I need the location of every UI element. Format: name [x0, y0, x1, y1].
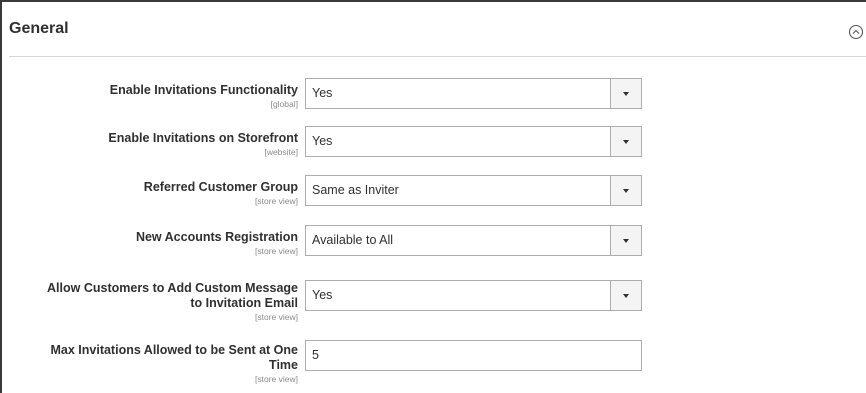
chevron-down-icon: [623, 91, 629, 96]
select-value: Available to All: [312, 233, 394, 247]
field-label-wrap: Allow Customers to Add Custom Message to…: [8, 281, 298, 322]
field-label: New Accounts Registration: [135, 230, 298, 244]
input-value: 5: [312, 348, 319, 362]
field-label-wrap: Enable Invitations on Storefront [websit…: [8, 131, 298, 157]
enable-storefront-select[interactable]: Yes: [305, 126, 642, 157]
dropdown-button[interactable]: [610, 226, 641, 255]
frame-border-left: [0, 0, 2, 393]
chevron-down-icon: [623, 139, 629, 144]
scope-label: [global]: [270, 99, 298, 109]
select-value: Same as Inviter: [312, 183, 399, 197]
field-label-wrap: Enable Invitations Functionality [global…: [8, 83, 298, 109]
field-label-line1: Max Invitations Allowed to be Sent at On…: [50, 343, 299, 357]
chevron-down-icon: [623, 188, 629, 193]
field-label: Enable Invitations Functionality: [109, 83, 298, 97]
scope-label: [website]: [264, 147, 298, 157]
field-label-line2: to Invitation Email: [190, 296, 298, 310]
custom-message-select[interactable]: Yes: [305, 280, 642, 311]
enable-invitations-select[interactable]: Yes: [305, 78, 642, 109]
chevron-up-circle-icon[interactable]: [848, 24, 864, 40]
scope-label: [store view]: [255, 196, 298, 206]
scope-label: [store view]: [255, 374, 298, 384]
new-accounts-registration-select[interactable]: Available to All: [305, 225, 642, 256]
dropdown-button[interactable]: [610, 79, 641, 108]
field-label: Referred Customer Group: [143, 180, 298, 194]
max-invitations-input[interactable]: 5: [305, 340, 642, 371]
scope-label: [store view]: [255, 246, 298, 256]
field-label-wrap: Referred Customer Group [store view]: [8, 180, 298, 206]
referred-customer-group-select[interactable]: Same as Inviter: [305, 175, 642, 206]
section-header-general[interactable]: General: [2, 2, 866, 57]
dropdown-button[interactable]: [610, 127, 641, 156]
select-value: Yes: [312, 86, 333, 100]
scope-label: [store view]: [255, 312, 298, 322]
field-label-wrap: Max Invitations Allowed to be Sent at On…: [8, 343, 299, 384]
field-label-line1: Allow Customers to Add Custom Message: [47, 281, 298, 295]
dropdown-button[interactable]: [610, 176, 641, 205]
field-label-line2: Time: [269, 358, 298, 372]
field-label-wrap: New Accounts Registration [store view]: [8, 230, 298, 256]
header-divider: [9, 56, 866, 57]
field-label: Enable Invitations on Storefront: [108, 131, 298, 145]
select-value: Yes: [312, 134, 333, 148]
chevron-down-icon: [623, 238, 629, 243]
dropdown-button[interactable]: [610, 281, 641, 310]
chevron-down-icon: [623, 293, 629, 298]
select-value: Yes: [312, 288, 333, 302]
section-title: General: [9, 20, 69, 37]
